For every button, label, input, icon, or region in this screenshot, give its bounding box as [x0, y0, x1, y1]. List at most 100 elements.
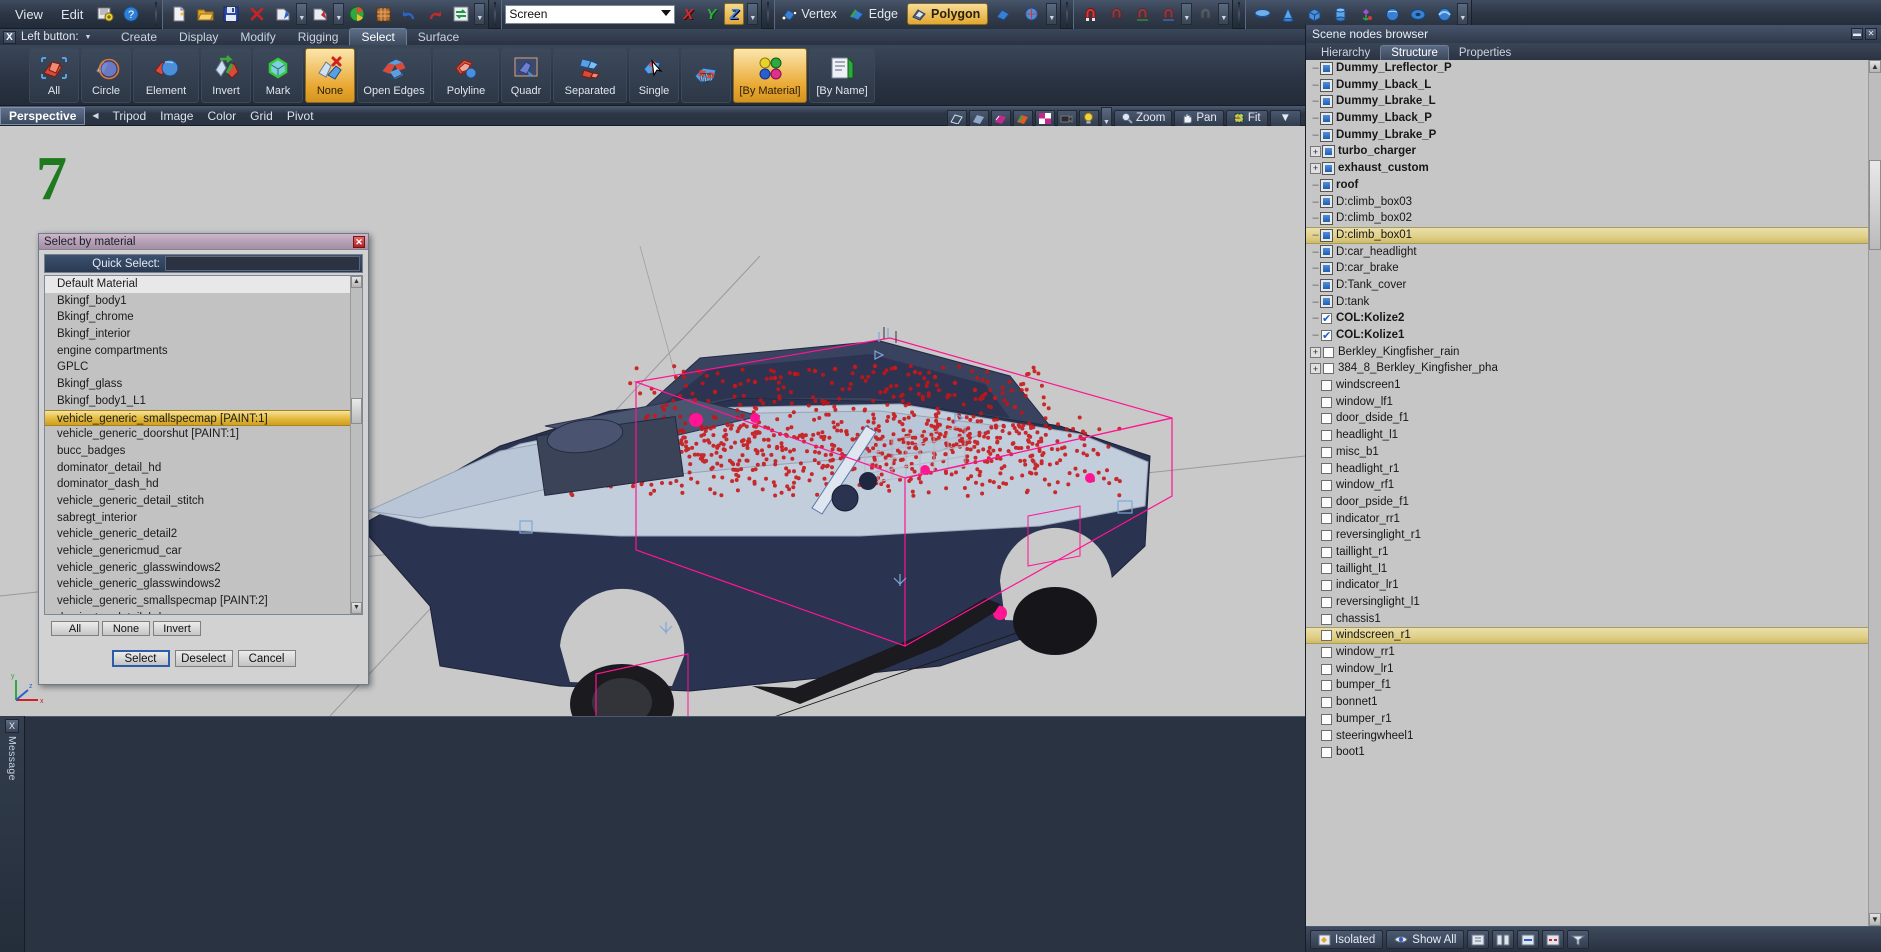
- element-mode-icon[interactable]: [1019, 3, 1043, 26]
- node-checkbox[interactable]: [1321, 497, 1332, 508]
- close-icon[interactable]: ✕: [1865, 28, 1877, 40]
- tab-properties[interactable]: Properties: [1449, 46, 1521, 60]
- tab-select[interactable]: Select: [349, 28, 406, 45]
- scene-node-row[interactable]: – D:Tank_cover: [1306, 277, 1881, 294]
- ribbon-button-invert[interactable]: Invert: [201, 48, 251, 103]
- scene-node-row[interactable]: bumper_f1: [1306, 677, 1881, 694]
- viewport-menu-pivot[interactable]: Pivot: [280, 108, 321, 124]
- material-list-item[interactable]: dominator_dash_hd: [45, 476, 350, 493]
- material-list-item[interactable]: sabregt_interior: [45, 510, 350, 527]
- scene-node-row[interactable]: + turbo_charger: [1306, 143, 1881, 160]
- menu-view[interactable]: View: [6, 4, 52, 25]
- material-list-item[interactable]: vehicle_generic_doorshut [PAINT:1]: [45, 426, 350, 443]
- scene-node-row[interactable]: bumper_r1: [1306, 711, 1881, 728]
- material-list-item[interactable]: dominator_detail_hd: [45, 460, 350, 477]
- node-checkbox[interactable]: [1321, 697, 1332, 708]
- message-close-button[interactable]: X: [5, 719, 19, 733]
- material-list-item[interactable]: Bkingf_body1: [45, 293, 350, 310]
- mode-vertex[interactable]: Vertex: [778, 3, 843, 25]
- filter-icon[interactable]: [1567, 930, 1589, 949]
- wireframe-icon[interactable]: [947, 110, 967, 127]
- material-list-item[interactable]: engine compartments: [45, 343, 350, 360]
- scene-node-row[interactable]: indicator_lr1: [1306, 577, 1881, 594]
- scene-node-row[interactable]: – Dummy_Lbrake_P: [1306, 127, 1881, 144]
- scene-node-row[interactable]: – D:climb_box03: [1306, 194, 1881, 211]
- torus-icon[interactable]: [1406, 3, 1430, 26]
- material-icon[interactable]: [1013, 110, 1033, 127]
- ribbon-button-open-edges[interactable]: Open Edges: [357, 48, 431, 103]
- close-icon[interactable]: ✕: [353, 236, 365, 248]
- scene-node-row[interactable]: taillight_l1: [1306, 561, 1881, 578]
- scene-node-row[interactable]: –COL:Kolize1: [1306, 327, 1881, 344]
- material-list-items[interactable]: Default Material Bkingf_body1 Bkingf_chrom…: [45, 276, 350, 614]
- scene-node-row[interactable]: window_lf1: [1306, 394, 1881, 411]
- scene-node-row[interactable]: reversinglight_r1: [1306, 527, 1881, 544]
- viewport-menu-image[interactable]: Image: [153, 108, 200, 124]
- scene-node-row[interactable]: – D:car_brake: [1306, 260, 1881, 277]
- snap-dropdown-arrow[interactable]: ▼: [1181, 3, 1192, 25]
- coord-system-select[interactable]: Screen: [505, 5, 675, 24]
- viewport-nav-more[interactable]: ▼: [1270, 110, 1301, 127]
- scene-node-row[interactable]: bonnet1: [1306, 694, 1881, 711]
- scene-node-row[interactable]: + exhaust_custom: [1306, 160, 1881, 177]
- scene-node-row[interactable]: reversinglight_l1: [1306, 594, 1881, 611]
- ribbon-button-quadr[interactable]: Quadr: [501, 48, 551, 103]
- scene-node-row[interactable]: – D:climb_box01: [1306, 227, 1881, 244]
- node-checkbox[interactable]: [1323, 347, 1334, 358]
- node-cube-icon[interactable]: [1321, 113, 1332, 124]
- export-icon[interactable]: [308, 3, 332, 26]
- node-checkbox[interactable]: [1321, 530, 1332, 541]
- node-cube-icon[interactable]: [1323, 163, 1334, 174]
- expand-plus-icon[interactable]: +: [1310, 347, 1321, 358]
- textured-icon[interactable]: [991, 110, 1011, 127]
- menu-edit[interactable]: Edit: [52, 4, 92, 25]
- select-button[interactable]: Select: [112, 650, 170, 667]
- node-checkbox[interactable]: [1321, 447, 1332, 458]
- node-cube-icon[interactable]: [1321, 263, 1332, 274]
- node-checkbox[interactable]: [1321, 513, 1332, 524]
- scene-node-row[interactable]: + Berkley_Kingfisher_rain: [1306, 344, 1881, 361]
- delete-icon[interactable]: [245, 3, 269, 26]
- material-list-item[interactable]: Bkingf_chrome: [45, 309, 350, 326]
- material-list-item[interactable]: vehicle_generic_glasswindows2: [45, 576, 350, 593]
- scroll-thumb[interactable]: [1869, 160, 1881, 250]
- magnet-off-icon[interactable]: [1193, 3, 1217, 26]
- material-list-item[interactable]: vehicle_generic_glasswindows2: [45, 560, 350, 577]
- select-all-button[interactable]: All: [51, 621, 99, 636]
- select-invert-button[interactable]: Invert: [153, 621, 201, 636]
- node-checkbox[interactable]: [1321, 664, 1332, 675]
- scene-node-row[interactable]: – roof: [1306, 177, 1881, 194]
- scene-node-row[interactable]: misc_b1: [1306, 444, 1881, 461]
- node-checkbox[interactable]: [1321, 330, 1332, 341]
- node-cube-icon[interactable]: [1321, 246, 1332, 257]
- import-dropdown-arrow[interactable]: ▼: [296, 3, 307, 25]
- deselect-button[interactable]: Deselect: [175, 650, 233, 667]
- group-icon[interactable]: [1467, 930, 1489, 949]
- material-list[interactable]: Default Material Bkingf_body1 Bkingf_chrom…: [44, 275, 363, 615]
- node-checkbox[interactable]: [1321, 614, 1332, 625]
- link-icon[interactable]: [1517, 930, 1539, 949]
- scene-node-row[interactable]: taillight_r1: [1306, 544, 1881, 561]
- scene-node-row[interactable]: –COL:Kolize2: [1306, 310, 1881, 327]
- axis-y-toggle[interactable]: Y: [701, 3, 721, 25]
- new-file-icon[interactable]: [167, 3, 191, 26]
- ribbon-button-by-id[interactable]: ID: [681, 48, 731, 103]
- scroll-up-icon[interactable]: ▲: [1869, 60, 1881, 73]
- tab-hierarchy[interactable]: Hierarchy: [1311, 46, 1380, 60]
- node-cube-icon[interactable]: [1321, 80, 1332, 91]
- ribbon-button-mark[interactable]: Mark: [253, 48, 303, 103]
- left-button-close[interactable]: X: [3, 31, 16, 44]
- scroll-up-icon[interactable]: ▲: [351, 276, 362, 288]
- node-checkbox[interactable]: [1323, 363, 1334, 374]
- node-checkbox[interactable]: [1321, 630, 1332, 641]
- material-list-item[interactable]: vehicle_generic_detail_stitch: [45, 493, 350, 510]
- left-button-dropdown-arrow[interactable]: ▼: [85, 34, 92, 41]
- magnet-icon[interactable]: [1078, 3, 1102, 26]
- plane-icon[interactable]: [1250, 3, 1274, 26]
- ribbon-button-element[interactable]: Element: [133, 48, 199, 103]
- open-folder-icon[interactable]: [193, 3, 217, 26]
- node-cube-icon[interactable]: [1321, 280, 1332, 291]
- scene-node-row[interactable]: – D:climb_box02: [1306, 210, 1881, 227]
- node-checkbox[interactable]: [1321, 413, 1332, 424]
- node-checkbox[interactable]: [1321, 313, 1332, 324]
